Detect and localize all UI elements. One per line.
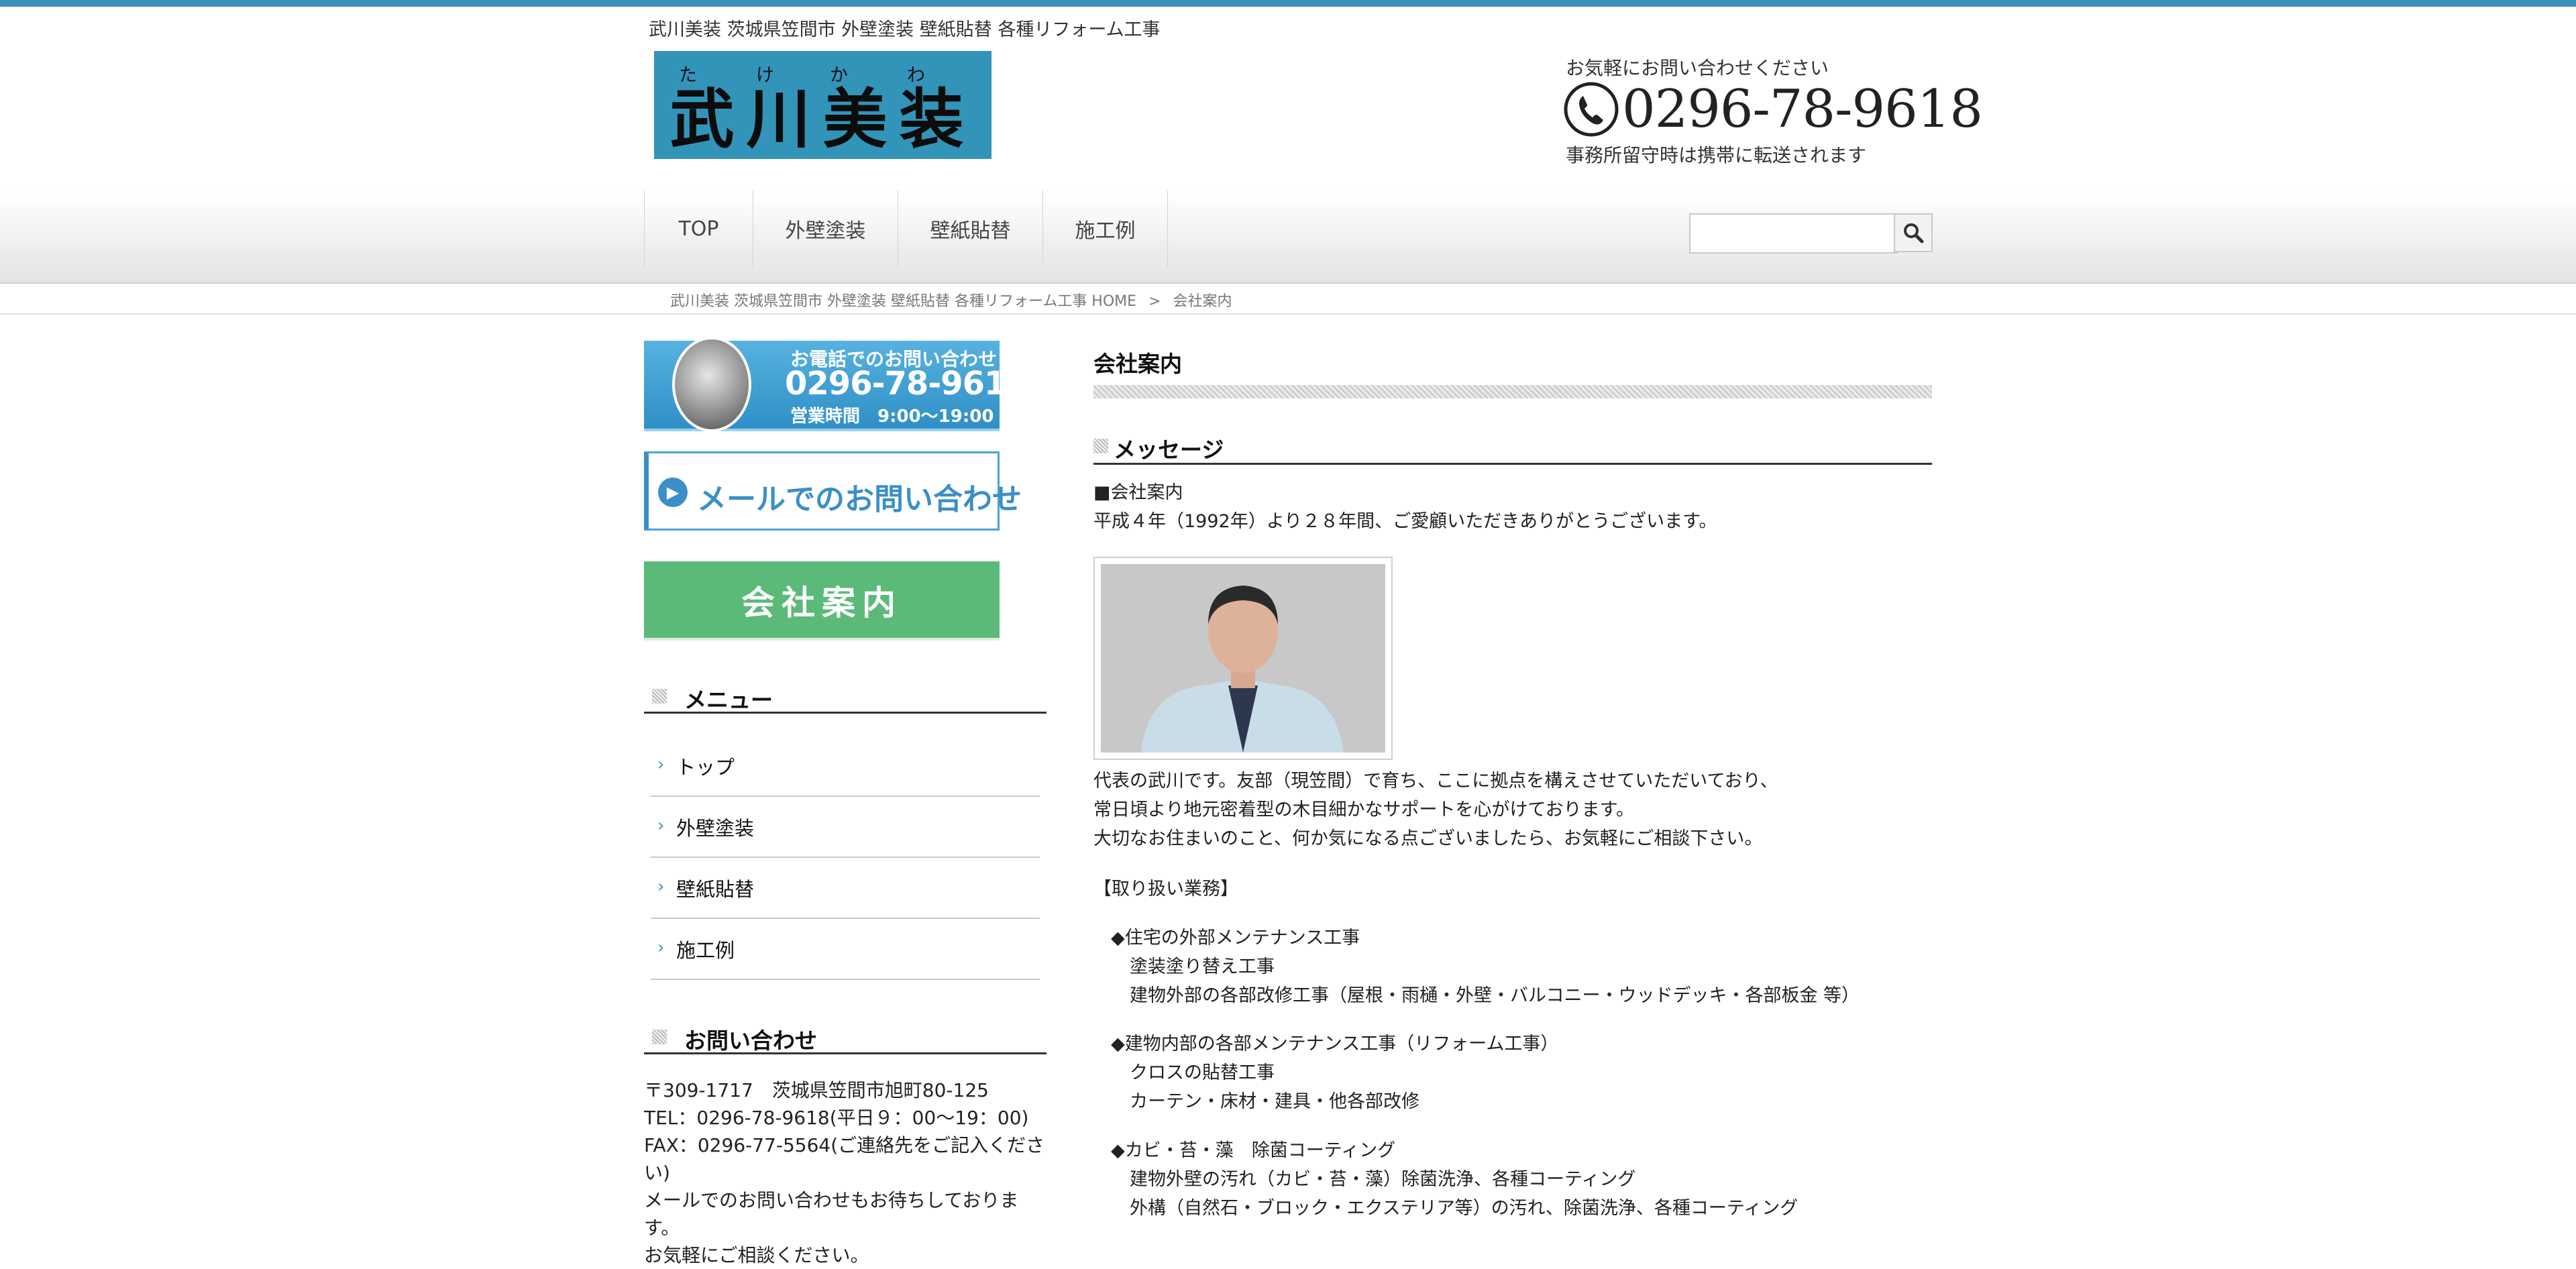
mail-banner-label: メールでのお問い合わせ — [697, 482, 1022, 516]
service-group: ◆カビ・苔・藻 除菌コーティング 建物外壁の汚れ（カビ・苔・藻）除菌洗浄、各種コ… — [1111, 1136, 1798, 1223]
chevron-right-icon: › — [657, 877, 665, 897]
sidebar-menu: › トップ › 外壁塗装 › 壁紙貼替 › 施工例 — [644, 736, 1046, 980]
arrow-right-circle-icon: ▶ — [658, 478, 688, 507]
services-heading: 【取り扱い業務】 — [1093, 879, 1238, 899]
breadcrumb-current: 会社案内 — [1173, 293, 1232, 310]
search-button[interactable] — [1894, 213, 1933, 252]
body-line: 大切なお住まいのこと、何か気になる点ございましたら、お気軽にご相談下さい。 — [1093, 828, 1763, 849]
sidebar-item-label: 外壁塗装 — [676, 817, 755, 840]
service-title: ◆建物内部の各部メンテナンス工事（リフォーム工事） — [1111, 1034, 1559, 1054]
tel-banner-hours: 営業時間 9:00〜19:00 — [790, 406, 994, 427]
chevron-right-icon: › — [657, 938, 665, 958]
company-banner[interactable]: 会社案内 — [644, 561, 1000, 641]
search-form — [1689, 213, 1933, 254]
search-input[interactable] — [1689, 213, 1898, 254]
chevron-right-icon: › — [657, 755, 665, 775]
contact-note: 事務所留守時は携帯に転送されます — [1566, 144, 1867, 166]
phone-number: 0296-78-9618 — [1622, 79, 1983, 140]
breadcrumb-separator: > — [1148, 293, 1161, 310]
sidebar-item-label: 壁紙貼替 — [676, 878, 755, 901]
contact-fax-cont: い) — [644, 1162, 670, 1184]
site-tagline: 武川美装 茨城県笠間市 外壁塗装 壁紙貼替 各種リフォーム工事 — [649, 19, 1161, 40]
message-body: 代表の武川です。友部（現笠間）で育ち、ここに拠点を構えさせていただいており、 常… — [1093, 767, 1778, 853]
portrait-image — [1101, 564, 1385, 753]
intro-line: ■会社案内 — [1093, 482, 1183, 503]
contact-consult-note: お気軽にご相談ください。 — [644, 1244, 869, 1266]
message-heading-text: メッセージ — [1114, 437, 1224, 463]
hatched-square-icon — [652, 1030, 667, 1044]
sidebar-item-wallpaper[interactable]: › 壁紙貼替 — [651, 858, 1040, 919]
company-banner-label: 会社案内 — [741, 584, 902, 622]
service-title: ◆住宅の外部メンテナンス工事 — [1111, 928, 1360, 948]
body-line: 常日頃より地元密着型の木目細かなサポートを心がけております。 — [1093, 799, 1634, 820]
sidebar-contact-heading: お問い合わせ — [644, 1015, 1046, 1054]
sidebar-item-label: トップ — [676, 756, 735, 779]
service-item: 建物外部の各部改修工事（屋根・雨樋・外壁・バルコニー・ウッドデッキ・各部板金 等… — [1130, 985, 1860, 1006]
contact-lead: お気軽にお問い合わせください — [1566, 57, 1829, 79]
contact-mail-note: メールでのお問い合わせもお待ちしております。 — [644, 1189, 1019, 1239]
service-item: カーテン・床材・建具・他各部改修 — [1130, 1091, 1419, 1112]
service-item: 外構（自然石・ブロック・エクステリア等）の汚れ、除菌洗浄、各種コーティング — [1130, 1198, 1799, 1219]
breadcrumb: 武川美装 茨城県笠間市 外壁塗装 壁紙貼替 各種リフォーム工事 HOME > 会社案… — [0, 285, 2576, 315]
sidebar-item-works[interactable]: › 施工例 — [651, 919, 1040, 980]
sidebar-item-top[interactable]: › トップ — [651, 736, 1040, 797]
chevron-right-icon: › — [657, 816, 665, 836]
breadcrumb-home-link[interactable]: 武川美装 茨城県笠間市 外壁塗装 壁紙貼替 各種リフォーム工事 HOME — [670, 293, 1136, 310]
sidebar-menu-heading-text: メニュー — [684, 687, 773, 713]
service-item: クロスの貼替工事 — [1130, 1062, 1275, 1083]
service-item: 塗装塗り替え工事 — [1130, 956, 1275, 977]
nav-item-top[interactable]: TOP — [645, 190, 753, 267]
page-title: 会社案内 — [1093, 351, 1182, 377]
contact-address: 〒309-1717 茨城県笠間市旭町80-125 — [644, 1079, 989, 1101]
title-divider — [1093, 385, 1932, 398]
nav-item-exterior-painting[interactable]: 外壁塗装 — [753, 190, 898, 267]
tel-banner[interactable]: お電話でのお問い合わせ 0296-78-9618 営業時間 9:00〜19:00 — [644, 337, 1028, 432]
tel-banner-number: 0296-78-9618 — [785, 365, 1028, 402]
contact-tel: TEL：0296-78-9618(平日９：00〜19：00) — [644, 1107, 1029, 1129]
sidebar-menu-heading: メニュー — [644, 674, 1046, 714]
logo-text: 武川美装 — [669, 81, 976, 157]
service-group: ◆建物内部の各部メンテナンス工事（リフォーム工事） クロスの貼替工事 カーテン・… — [1111, 1030, 1558, 1116]
hatched-square-icon — [652, 689, 667, 704]
service-group: ◆住宅の外部メンテナンス工事 塗装塗り替え工事 建物外部の各部改修工事（屋根・雨… — [1111, 924, 1860, 1010]
representative-photo — [1093, 557, 1393, 760]
body-line: 代表の武川です。友部（現笠間）で育ち、ここに拠点を構えさせていただいており、 — [1093, 771, 1778, 791]
sidebar-contact-info: 〒309-1717 茨城県笠間市旭町80-125 TEL：0296-78-961… — [644, 1077, 1046, 1269]
hatched-square-icon — [1093, 439, 1108, 453]
message-heading: メッセージ — [1093, 425, 1932, 465]
service-item: 建物外壁の汚れ（カビ・苔・藻）除菌洗浄、各種コーティング — [1130, 1169, 1636, 1190]
contact-fax: FAX：0296-77-5564(ご連絡先をご記入くださ — [644, 1134, 1045, 1156]
nav-item-wallpaper[interactable]: 壁紙貼替 — [898, 190, 1043, 267]
phone-hand-image — [672, 337, 751, 432]
sidebar-item-exterior-painting[interactable]: › 外壁塗装 — [651, 797, 1040, 858]
site-logo[interactable]: た け か わ 武川美装 — [654, 51, 991, 159]
mail-banner[interactable]: ▶ メールでのお問い合わせ — [644, 451, 1022, 531]
global-nav: TOP 外壁塗装 壁紙貼替 施工例 — [644, 190, 1168, 267]
sidebar-item-label: 施工例 — [676, 939, 735, 962]
phone-icon — [1564, 82, 1619, 137]
global-nav-bar: TOP 外壁塗装 壁紙貼替 施工例 — [0, 190, 2576, 284]
top-accent-line — [0, 0, 2576, 7]
sidebar-contact-heading-text: お問い合わせ — [684, 1028, 817, 1054]
search-icon — [1904, 223, 1924, 243]
intro-text: ■会社案内 平成４年（1992年）より２８年間、ご愛顧いただきありがとうございま… — [1093, 478, 1717, 536]
intro-line: 平成４年（1992年）より２８年間、ご愛顧いただきありがとうございます。 — [1093, 511, 1717, 532]
header-phone[interactable]: 0296-78-9618 — [1563, 79, 1983, 140]
service-title: ◆カビ・苔・藻 除菌コーティング — [1111, 1140, 1396, 1161]
nav-item-works[interactable]: 施工例 — [1043, 190, 1168, 267]
